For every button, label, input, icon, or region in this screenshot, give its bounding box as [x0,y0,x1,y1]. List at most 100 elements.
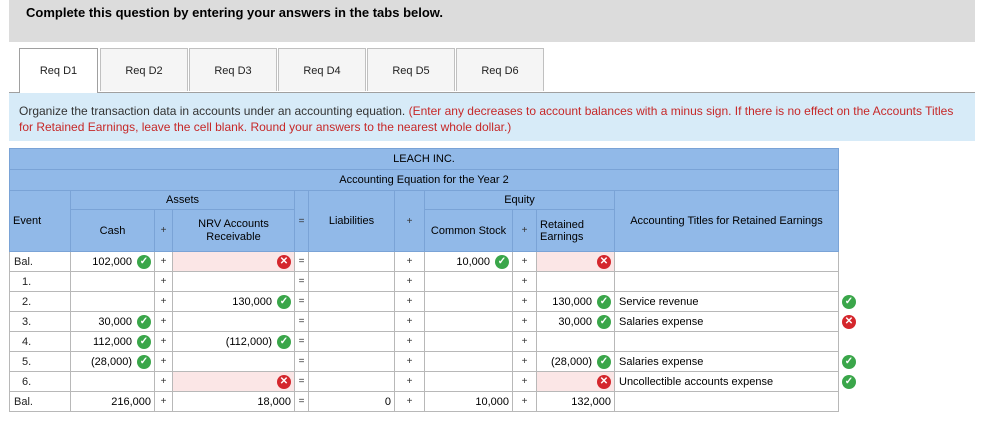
cash-cell[interactable] [70,291,155,312]
table-body: Bal. 102,000 ✓ + ✕ = +10,000 ✓ + ✕ 1. + = + +2. +130,00… [9,251,856,412]
title-cell[interactable] [614,391,839,412]
cash-cell[interactable] [70,371,155,392]
eq-sign: = [294,351,309,372]
plus-sign: + [154,251,173,272]
re-cell-value: 130,000 [552,295,592,308]
check-icon: ✓ [842,355,856,369]
re-cell-value: 132,000 [571,395,611,408]
re-cell[interactable]: ✕ [536,251,615,272]
col-titles: Accounting Titles for Retained Earnings [614,190,839,252]
liabilities-cell[interactable]: 0 [308,391,395,412]
liabilities-cell[interactable] [308,351,395,372]
liabilities-cell[interactable] [308,291,395,312]
title-cell[interactable]: Salaries expense ✓ [614,351,856,372]
check-icon: ✓ [137,354,151,369]
common-stock-cell[interactable] [424,351,513,372]
cash-cell[interactable]: 102,000 ✓ [70,251,155,272]
re-cell[interactable]: (28,000) ✓ [536,351,615,372]
plus-sign: + [394,391,425,412]
col-nrv: NRV Accounts Receivable [172,209,295,252]
title-cell[interactable]: Uncollectible accounts expense ✓ [614,371,856,392]
col-liabilities: Liabilities [308,190,395,252]
nrv-cell-value: (112,000) [225,335,272,348]
cash-cell[interactable]: 112,000 ✓ [70,331,155,352]
eq-sign: = [294,271,309,292]
nrv-cell[interactable] [172,271,295,292]
re-cell[interactable] [536,271,615,292]
liabilities-cell[interactable] [308,251,395,272]
re-cell[interactable]: ✕ [536,371,615,392]
nrv-cell[interactable]: 18,000 [172,391,295,412]
nrv-cell[interactable] [172,311,295,332]
liabilities-cell[interactable] [308,331,395,352]
tab-req-d1[interactable]: Req D1 [19,48,98,93]
plus-sign: + [512,351,537,372]
plus-sign: + [154,209,173,252]
tab-req-d2[interactable]: Req D2 [100,48,188,91]
plus-sign: + [394,271,425,292]
cash-cell-value: 112,000 [93,335,132,348]
table-row: 3. 30,000 ✓ + = + +30,000 ✓ Salaries expense ✕ [9,311,856,332]
nrv-cell[interactable]: (112,000) ✓ [172,331,295,352]
plus-sign: + [394,371,425,392]
cash-cell-value: 30,000 [98,315,132,328]
nrv-cell[interactable]: ✕ [172,371,295,392]
cash-cell[interactable]: 216,000 [70,391,155,412]
table-row: 4. 112,000 ✓ + (112,000) ✓ = + + [9,331,839,352]
col-retained-earnings: Retained Earnings [536,209,615,252]
title-cell[interactable] [614,251,839,272]
nrv-cell-value: 18,000 [257,395,291,408]
common-stock-cell[interactable] [424,271,513,292]
plus-sign: + [512,331,537,352]
company-name: LEACH INC. [9,148,839,170]
common-stock-cell[interactable] [424,331,513,352]
cash-cell[interactable] [70,271,155,292]
cash-cell-value: 102,000 [92,255,132,268]
nrv-cell-value: 130,000 [232,295,272,308]
plus-sign: + [154,351,173,372]
cash-cell-value: (28,000) [91,355,132,368]
common-stock-cell[interactable] [424,371,513,392]
common-stock-cell[interactable] [424,311,513,332]
liabilities-cell[interactable] [308,271,395,292]
title-cell[interactable] [614,271,839,292]
tab-req-d5[interactable]: Req D5 [367,48,455,91]
error-icon: ✕ [277,374,291,389]
table-row: 2. +130,000 ✓ = + +130,000 ✓ Service revenue ✓ [9,291,856,312]
col-event: Event [9,190,71,252]
table-row: 5. (28,000) ✓ + = + + (28,000) ✓ Salaries expense… [9,351,856,372]
common-stock-cell[interactable] [424,291,513,312]
liabilities-cell[interactable] [308,311,395,332]
tab-req-d4[interactable]: Req D4 [278,48,366,91]
eq-sign: = [294,291,309,312]
plus-sign: + [512,371,537,392]
title-cell[interactable] [614,331,839,352]
common-stock-cell[interactable]: 10,000 ✓ [424,251,513,272]
re-cell[interactable]: 132,000 [536,391,615,412]
error-icon: ✕ [597,254,611,269]
event-label: 5. [9,351,71,372]
tab-req-d6[interactable]: Req D6 [456,48,544,91]
re-cell[interactable]: 130,000 ✓ [536,291,615,312]
title-cell[interactable]: Service revenue ✓ [614,291,856,312]
plus-sign: + [394,311,425,332]
plus-sign: + [154,371,173,392]
error-icon: ✕ [842,315,856,329]
liabilities-cell[interactable] [308,371,395,392]
col-assets: Assets [70,190,295,210]
event-label: 1. [9,271,71,292]
col-common-stock: Common Stock [424,209,513,252]
nrv-cell[interactable] [172,351,295,372]
re-cell[interactable] [536,331,615,352]
nrv-cell[interactable]: 130,000 ✓ [172,291,295,312]
table-row: Bal. 102,000 ✓ + ✕ = +10,000 ✓ + ✕ [9,251,839,272]
instruction-text: Organize the transaction data in account… [19,104,406,118]
re-cell[interactable]: 30,000 ✓ [536,311,615,332]
tab-req-d3[interactable]: Req D3 [189,48,277,91]
cash-cell[interactable]: 30,000 ✓ [70,311,155,332]
check-icon: ✓ [137,334,151,349]
common-stock-cell[interactable]: 10,000 [424,391,513,412]
cash-cell[interactable]: (28,000) ✓ [70,351,155,372]
title-cell[interactable]: Salaries expense ✕ [614,311,856,332]
nrv-cell[interactable]: ✕ [172,251,295,272]
